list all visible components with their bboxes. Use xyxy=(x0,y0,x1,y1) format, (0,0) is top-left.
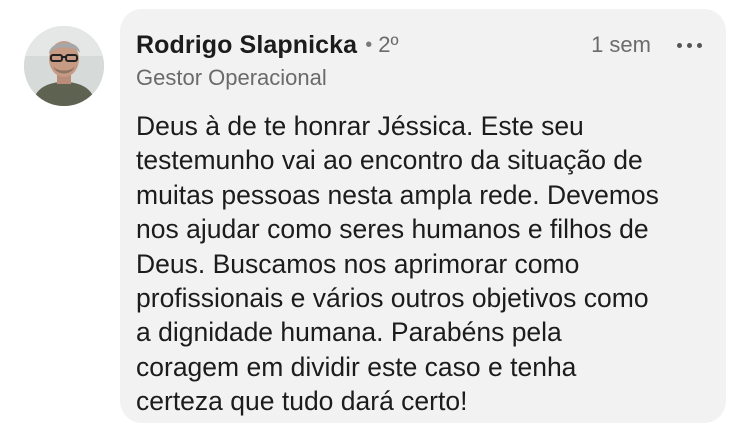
comment-header: Rodrigo Slapnicka • 2º 1 sem xyxy=(136,28,704,62)
separator-dot: • xyxy=(365,33,373,56)
timestamp: 1 sem xyxy=(591,32,651,57)
more-dot xyxy=(697,42,702,48)
avatar[interactable] xyxy=(24,26,104,106)
more-dot xyxy=(677,42,682,48)
profile-photo-icon xyxy=(24,26,104,106)
author-name[interactable]: Rodrigo Slapnicka xyxy=(136,31,357,60)
comment-bubble: Rodrigo Slapnicka • 2º 1 sem Gestor Oper… xyxy=(120,9,726,423)
comment-body: Deus à de te honrar Jéssica. Este seu te… xyxy=(136,111,659,417)
connection-degree: 2º xyxy=(378,32,399,57)
more-horizontal-icon[interactable] xyxy=(675,30,704,60)
author-headline: Gestor Operacional xyxy=(136,65,327,90)
more-dot xyxy=(687,42,692,48)
comment-item: Rodrigo Slapnicka • 2º 1 sem Gestor Oper… xyxy=(0,0,750,439)
